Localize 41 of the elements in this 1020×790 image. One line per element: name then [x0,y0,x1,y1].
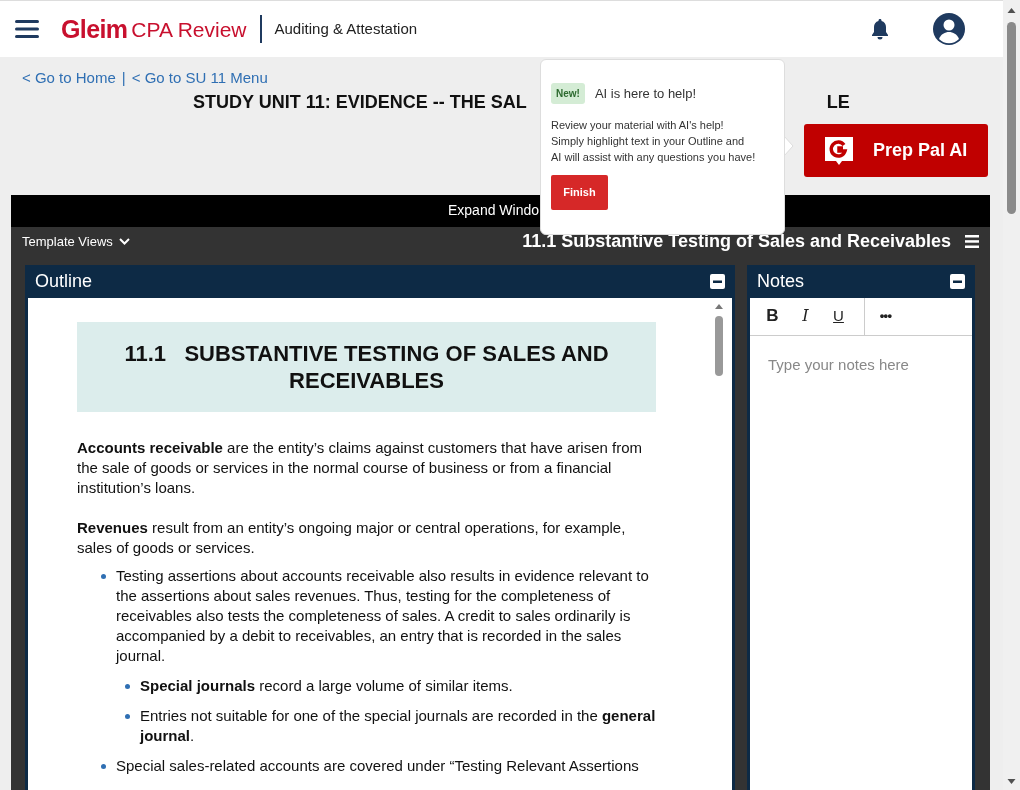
breadcrumb-separator: | [121,68,126,88]
menu-icon[interactable] [15,20,39,38]
format-button[interactable]: U [822,297,855,335]
page-title: STUDY UNIT 11: EVIDENCE -- THE SAL [193,90,527,114]
avatar-icon[interactable] [932,12,966,46]
notes-field[interactable]: Type your notes here [750,335,972,790]
home-link[interactable]: < Go to Home [22,67,116,90]
product-name: CPA Review [131,18,247,40]
menu-icon[interactable] [965,235,979,248]
template-views-button[interactable]: Template Views [22,231,130,252]
format-button[interactable]: ••• [864,297,906,335]
popup-title: AI is here to help! [594,84,697,103]
outline-paragraph: Accounts receivable are the entity’s claims against customers that have arisen from the sale of goods or services in the normal course of business or from a financial institution’s loans. [77,437,643,498]
bullet-icon [101,573,106,579]
chat-logo-icon [823,134,855,167]
format-button[interactable]: B [756,297,789,335]
menu-link[interactable]: < Go to SU 11 Menu [131,67,268,90]
bullet-text: Testing assertions about accounts receivable also results in evidence relevant to the assertions about sales revenues. Thus, testing for the completeness of receivables also tests the completeness of sales. A credit to sales ordinarily is accompanied by a debit to receivables, an entry that is recorded in the sales journal. [116,565,650,666]
panel-title: Outline [35,269,93,293]
brand-logo: Gleim [61,16,128,42]
bullet-text: Special journals record a large volume of similar items. [140,675,513,696]
bullet-text: Entries not suitable for one of the special journals are recorded in the general journal. [140,705,656,746]
course-name: Auditing & Attestation [274,18,418,39]
popup-text: Review your material with AI's help! Simply highlight text in your Outline and AI will assist with any questions you have! [551,118,756,165]
bullet-icon [125,713,130,719]
collapse-icon[interactable] [950,273,965,289]
panel-title: Notes [757,269,805,293]
format-button[interactable]: I [789,297,822,335]
finish-button[interactable]: Finish [551,175,608,210]
bullet-icon [125,683,130,689]
collapse-icon[interactable] [710,273,725,289]
bullet-icon [101,763,106,769]
bullet-text: Special sales-related accounts are covered under “Testing Relevant Assertions [116,755,639,776]
outline-paragraph: Revenues result from an entity’s ongoing major or central operations, for example, sales of goods or services. [77,517,627,558]
new-badge: New! [551,83,585,104]
page-title: LE [826,90,850,114]
prep-pal-button[interactable]: Prep Pal AI [804,124,988,177]
chevron-down-icon [118,238,130,245]
bell-icon[interactable] [870,18,890,40]
section-title: 11.1 Substantive Testing of Sales and Receivables [522,230,951,253]
section-heading: 11.1 SUBSTANTIVE TESTING OF SALES AND RECEIVABLES [77,321,656,412]
